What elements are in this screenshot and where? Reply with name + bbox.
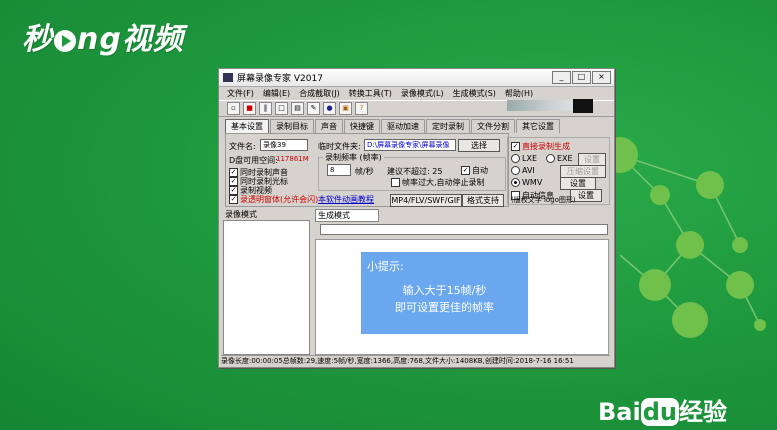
avi-radio[interactable]: AVI: [511, 166, 535, 175]
direct-generate-checkbox[interactable]: ✓ 直接录制生成: [511, 141, 570, 152]
tip-line-1: 输入大于15帧/秒: [402, 284, 487, 297]
menu-bar: 文件(F) 编辑(E) 合成截取(J) 转换工具(T) 录像模式(L) 生成模式…: [219, 87, 614, 100]
tip-line-2: 即可设置更佳的帧率: [395, 301, 494, 314]
tab-basic[interactable]: 基本设置: [225, 119, 269, 133]
close-icon[interactable]: ×: [592, 71, 611, 84]
disk-space-value: 117861M: [276, 155, 309, 163]
menu-edit[interactable]: 编辑(E): [263, 88, 290, 99]
frame-rate-group: 录制频率 (帧率) 8 帧/秒 建议不超过: 25 ✓ 自动 帧率过大,自动停止录…: [318, 152, 506, 191]
stop-icon[interactable]: □: [275, 102, 288, 115]
record-mode-list[interactable]: [223, 209, 310, 355]
minimize-icon[interactable]: _: [552, 71, 571, 84]
tab-split[interactable]: 文件分割: [471, 119, 515, 133]
suggest-label: 建议不超过: 25: [387, 167, 443, 176]
globe-icon[interactable]: ●: [323, 102, 336, 115]
temp-folder-input[interactable]: D:\屏幕录像专家\屏幕录像: [364, 139, 456, 151]
title-bar: 屏幕录像专家 V2017 _ □ ×: [219, 69, 614, 87]
lock-icon[interactable]: ▣: [339, 102, 352, 115]
format-label-button[interactable]: MP4/FLV/SWF/GIF: [390, 194, 462, 207]
record-mode-header: 录像模式: [223, 209, 310, 221]
fps-unit: 帧/秒: [355, 167, 374, 176]
menu-convert[interactable]: 转换工具(T): [349, 88, 392, 99]
tutorial-link[interactable]: 本软件动画教程: [318, 194, 374, 205]
window-title: 屏幕录像专家 V2017: [237, 74, 323, 84]
tab-hotkey[interactable]: 快捷键: [344, 119, 380, 133]
disk-space-label: D盘可用空间:: [229, 156, 278, 165]
basic-settings-panel: 文件名: 录像39 临时文件夹: D:\屏幕录像专家\屏幕录像 选择 D盘可用空…: [225, 133, 509, 207]
menu-file[interactable]: 文件(F): [227, 88, 254, 99]
tab-record-target[interactable]: 录制目标: [270, 119, 314, 133]
app-icon: [223, 73, 233, 82]
baidu-jingyan-logo: Baidu经验: [598, 398, 727, 426]
exe-radio[interactable]: EXE: [546, 154, 573, 163]
pause-icon[interactable]: ‖: [259, 102, 272, 115]
miaodong-logo: 秒 ng视频: [22, 22, 184, 57]
tab-driver[interactable]: 驱动加速: [381, 119, 425, 133]
filename-label: 文件名:: [229, 142, 256, 151]
lxe-radio[interactable]: LXE: [511, 154, 537, 163]
status-bar: 录像长度:00:00:05总帧数:29,速度:5帧/秒,宽度:1366,高度:7…: [221, 355, 610, 366]
tip-box: 小提示: 输入大于15帧/秒 即可设置更佳的帧率: [361, 252, 528, 334]
menu-generate-mode[interactable]: 生成模式(S): [453, 88, 496, 99]
auto-checkbox[interactable]: ✓ 自动: [461, 165, 488, 176]
settings-tabs: 基本设置 录制目标 声音 快捷键 驱动加速 定时录制 文件分割 其它设置: [225, 119, 560, 133]
tab-schedule[interactable]: 定时录制: [426, 119, 470, 133]
filename-input[interactable]: 录像39: [260, 139, 308, 151]
menu-record-mode[interactable]: 录像模式(L): [401, 88, 444, 99]
record-icon[interactable]: ■: [243, 102, 256, 115]
format-support-button[interactable]: 格式支持: [462, 194, 504, 207]
wmv-radio[interactable]: WMV: [511, 178, 542, 187]
frame-rate-title: 录制频率 (帧率): [323, 152, 384, 163]
tool-icon[interactable]: ✎: [307, 102, 320, 115]
tab-other[interactable]: 其它设置: [516, 119, 560, 133]
copyright-text: (版权文字 logo图形): [511, 196, 576, 204]
help-icon[interactable]: ?: [355, 102, 368, 115]
folder-icon[interactable]: ▤: [291, 102, 304, 115]
select-folder-button[interactable]: 选择: [458, 139, 500, 152]
progress-bar: [320, 224, 608, 235]
tip-title: 小提示:: [367, 260, 404, 273]
redacted-region: [573, 99, 593, 113]
auto-stop-checkbox[interactable]: 帧率过大,自动停止录制: [391, 177, 485, 188]
menu-compose[interactable]: 合成截取(J): [299, 88, 340, 99]
new-icon[interactable]: ▫: [227, 102, 240, 115]
temp-folder-label: 临时文件夹:: [318, 142, 361, 151]
record-transparent-checkbox[interactable]: ✓ 录透明窗体(允许会闪): [229, 194, 318, 205]
menu-help[interactable]: 帮助(H): [505, 88, 533, 99]
tab-sound[interactable]: 声音: [315, 119, 343, 133]
maximize-icon[interactable]: □: [572, 71, 591, 84]
fps-input[interactable]: 8: [327, 164, 351, 176]
generate-mode-header[interactable]: 生成模式: [315, 209, 379, 222]
